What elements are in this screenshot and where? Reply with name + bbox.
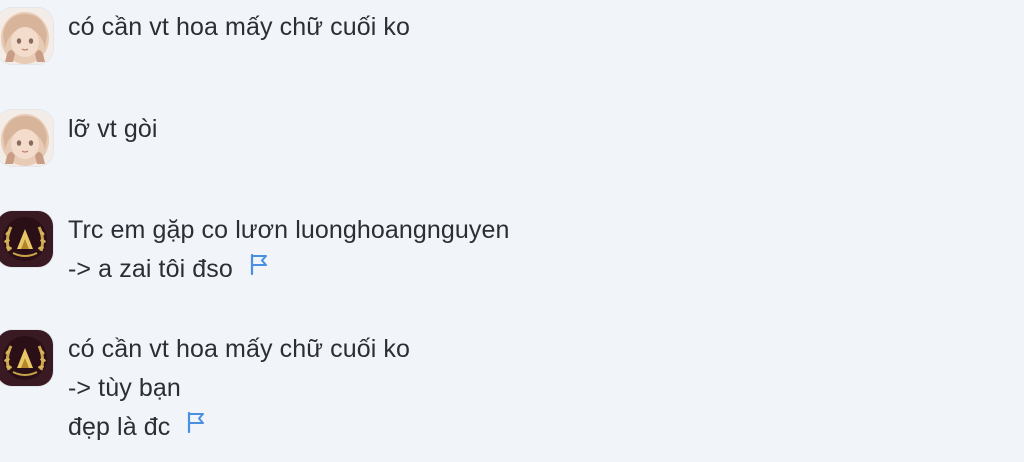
message-line: -> tùy bạn bbox=[68, 374, 181, 402]
laurel-emblem-avatar-icon bbox=[0, 330, 53, 386]
message-line: -> a zai tôi đso bbox=[68, 250, 510, 289]
message-line: có cần vt hoa mấy chữ cuối ko bbox=[68, 13, 411, 41]
user-avatar[interactable] bbox=[0, 211, 53, 267]
user-avatar[interactable] bbox=[0, 8, 53, 64]
message-text: lỡ vt gòi bbox=[68, 110, 158, 149]
message-text: có cần vt hoa mấy chữ cuối ko -> tùy bạn… bbox=[68, 330, 410, 447]
anime-girl-avatar-icon bbox=[0, 8, 53, 64]
message-text: có cần vt hoa mấy chữ cuối ko bbox=[68, 8, 410, 47]
message-line-text: -> a zai tôi đso bbox=[68, 255, 233, 283]
message-line: đẹp là đc bbox=[68, 408, 410, 447]
user-avatar[interactable] bbox=[0, 110, 53, 166]
laurel-emblem-avatar-icon bbox=[0, 211, 53, 267]
message-line-text: đẹp là đc bbox=[68, 413, 171, 441]
flag-icon[interactable] bbox=[249, 248, 269, 287]
anime-girl-avatar-icon bbox=[0, 110, 53, 166]
user-avatar[interactable] bbox=[0, 330, 53, 386]
message-text: Trc em gặp co lươn luonghoangnguyen -> a… bbox=[68, 211, 510, 289]
message-line: Trc em gặp co lươn luonghoangnguyen bbox=[68, 216, 510, 244]
flag-icon[interactable] bbox=[186, 406, 206, 445]
message-line: lỡ vt gòi bbox=[68, 115, 158, 143]
message-line: có cần vt hoa mấy chữ cuối ko bbox=[68, 335, 411, 363]
